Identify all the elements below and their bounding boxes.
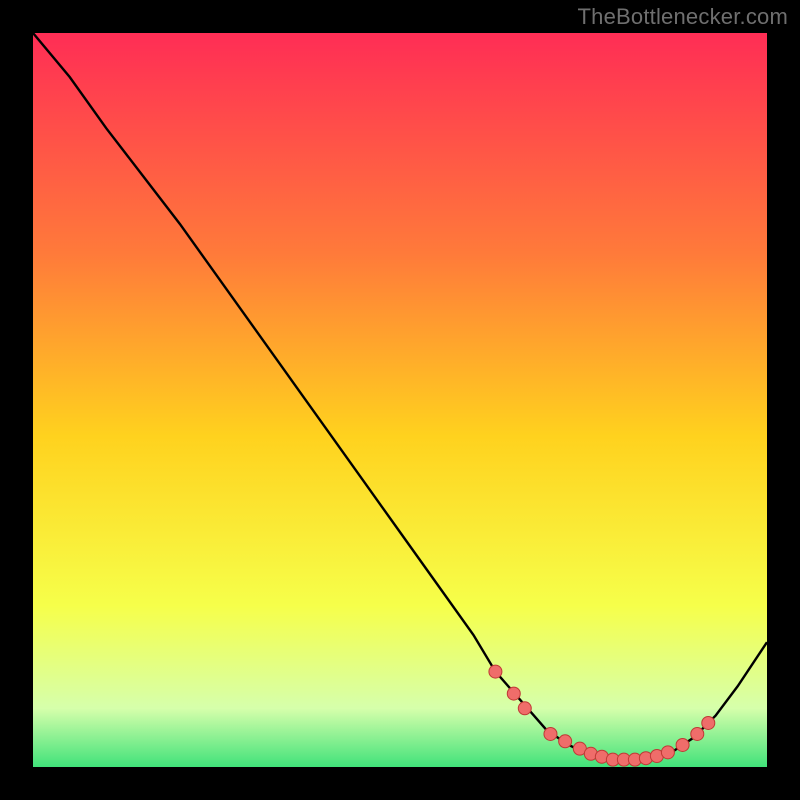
plot-area xyxy=(33,33,767,767)
curve-dot xyxy=(702,716,715,729)
chart-svg xyxy=(33,33,767,767)
gradient-background xyxy=(33,33,767,767)
curve-dot xyxy=(676,738,689,751)
curve-dot xyxy=(489,665,502,678)
curve-dot xyxy=(544,727,557,740)
chart-frame: TheBottlenecker.com xyxy=(0,0,800,800)
curve-dot xyxy=(661,746,674,759)
curve-dot xyxy=(518,702,531,715)
curve-dot xyxy=(507,687,520,700)
curve-dot xyxy=(691,727,704,740)
watermark-text: TheBottlenecker.com xyxy=(578,4,788,30)
curve-dot xyxy=(559,735,572,748)
